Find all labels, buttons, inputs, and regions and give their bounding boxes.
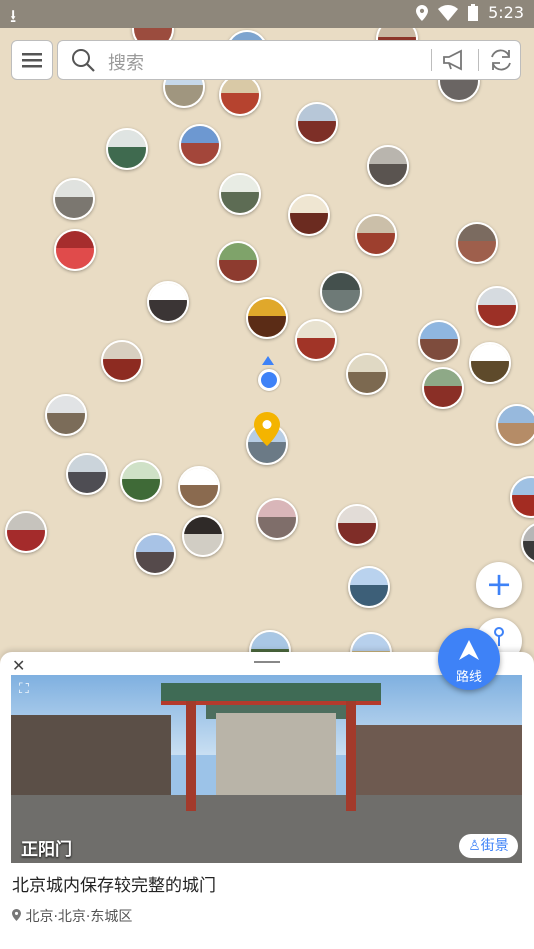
- address-text: 北京·北京·东城区: [25, 909, 133, 925]
- drag-handle[interactable]: [254, 661, 280, 663]
- place-description: 北京城内保存较完整的城门: [12, 876, 216, 896]
- poi-marker[interactable]: [179, 124, 221, 166]
- search-input[interactable]: 搜索: [108, 49, 144, 75]
- search-icon: [72, 49, 95, 72]
- panorama-icon[interactable]: ⛶: [19, 681, 29, 697]
- poi-marker[interactable]: [469, 342, 511, 384]
- poi-marker[interactable]: [66, 453, 108, 495]
- poi-marker[interactable]: [182, 515, 224, 557]
- search-bar[interactable]: 搜索: [57, 40, 521, 80]
- poi-marker[interactable]: [256, 498, 298, 540]
- status-icons: 5:23: [416, 3, 524, 22]
- route-button[interactable]: 路线: [438, 628, 500, 690]
- poi-marker[interactable]: [134, 533, 176, 575]
- refresh-icon[interactable]: [488, 48, 514, 72]
- photo-ground: [11, 795, 522, 863]
- megaphone-icon[interactable]: [442, 49, 468, 71]
- poi-marker[interactable]: [219, 74, 261, 116]
- place-address: 北京·北京·东城区: [12, 906, 132, 926]
- poi-marker[interactable]: [521, 522, 534, 564]
- poi-marker[interactable]: [219, 173, 261, 215]
- poi-marker[interactable]: [418, 320, 460, 362]
- selected-pin-icon: [254, 412, 280, 446]
- wifi-icon: [438, 4, 459, 21]
- status-bar: ⭳ 5:23: [0, 0, 534, 28]
- navigation-arrow-icon: [459, 640, 479, 660]
- poi-marker[interactable]: [456, 222, 498, 264]
- location-icon: [416, 4, 429, 21]
- poi-marker[interactable]: [346, 353, 388, 395]
- poi-marker[interactable]: [320, 271, 362, 313]
- street-view-button[interactable]: ♙街景: [459, 834, 518, 858]
- poi-marker[interactable]: [296, 102, 338, 144]
- poi-marker[interactable]: [295, 319, 337, 361]
- poi-marker[interactable]: [367, 145, 409, 187]
- place-photo[interactable]: ⛶ 正阳门 ♙街景: [11, 675, 522, 863]
- battery-icon: [468, 4, 479, 21]
- poi-marker[interactable]: [101, 340, 143, 382]
- photo-gate-tower: [216, 713, 336, 808]
- zoom-in-button[interactable]: +: [476, 562, 522, 608]
- poi-marker[interactable]: [496, 404, 534, 446]
- poi-marker[interactable]: [288, 194, 330, 236]
- heading-arrow: [262, 356, 274, 365]
- poi-marker[interactable]: [348, 566, 390, 608]
- poi-marker[interactable]: [147, 281, 189, 323]
- poi-marker[interactable]: [53, 178, 95, 220]
- photo-archway-post: [346, 701, 356, 811]
- poi-marker[interactable]: [355, 214, 397, 256]
- poi-marker[interactable]: [45, 394, 87, 436]
- clock: 5:23: [488, 3, 524, 22]
- route-button-label: 路线: [455, 670, 482, 685]
- plus-icon: +: [485, 565, 513, 603]
- divider: [431, 49, 432, 71]
- poi-marker[interactable]: [422, 367, 464, 409]
- poi-marker[interactable]: [54, 229, 96, 271]
- location-icon: [12, 909, 21, 921]
- poi-marker[interactable]: [5, 511, 47, 553]
- poi-marker[interactable]: [336, 504, 378, 546]
- poi-marker[interactable]: [106, 128, 148, 170]
- place-card[interactable]: ✕ ⛶ 正阳门 ♙街景 北京城内保存较完整的城门 北京·北京·东城区: [0, 652, 534, 949]
- photo-archway-post: [186, 701, 196, 811]
- close-icon[interactable]: ✕: [12, 656, 25, 675]
- poi-marker[interactable]: [510, 476, 534, 518]
- poi-marker[interactable]: [120, 460, 162, 502]
- poi-marker[interactable]: [246, 297, 288, 339]
- place-name: 正阳门: [21, 840, 72, 860]
- menu-button[interactable]: [11, 40, 53, 80]
- current-location-dot: [258, 369, 280, 391]
- poi-marker[interactable]: [217, 241, 259, 283]
- menu-icon: [22, 53, 42, 68]
- person-icon: ♙: [468, 838, 481, 854]
- street-view-label: 街景: [480, 838, 509, 854]
- divider: [478, 49, 479, 71]
- map-view[interactable]: [0, 28, 534, 668]
- poi-marker[interactable]: [476, 286, 518, 328]
- poi-marker[interactable]: [178, 466, 220, 508]
